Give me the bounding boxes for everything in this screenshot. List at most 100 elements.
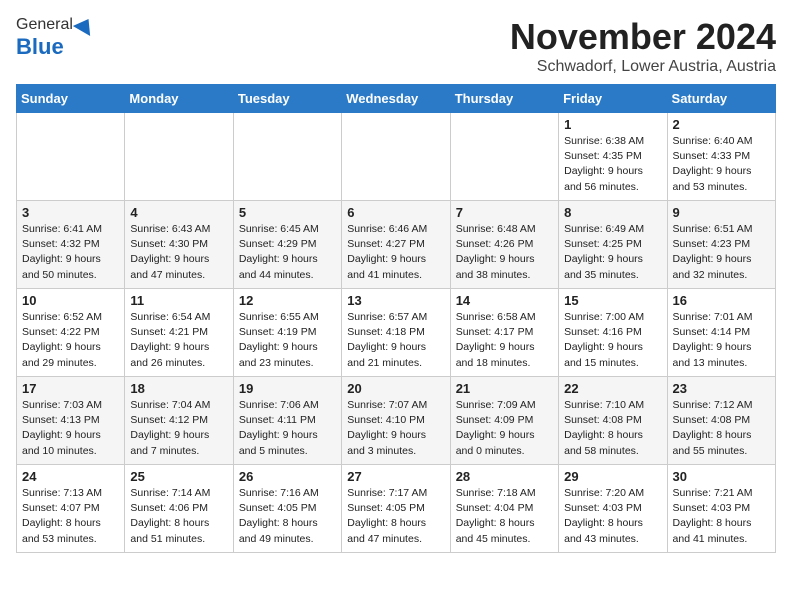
weekday-header-row: Sunday Monday Tuesday Wednesday Thursday…	[17, 85, 776, 113]
day-number: 5	[239, 205, 336, 220]
day-number: 7	[456, 205, 553, 220]
day-info: Sunrise: 7:01 AM Sunset: 4:14 PM Dayligh…	[673, 310, 770, 371]
calendar-cell	[450, 113, 558, 201]
day-info: Sunrise: 7:10 AM Sunset: 4:08 PM Dayligh…	[564, 398, 661, 459]
day-number: 23	[673, 381, 770, 396]
day-info: Sunrise: 7:18 AM Sunset: 4:04 PM Dayligh…	[456, 486, 553, 547]
calendar-cell: 1 Sunrise: 6:38 AM Sunset: 4:35 PM Daylig…	[559, 113, 667, 201]
day-info: Sunrise: 6:49 AM Sunset: 4:25 PM Dayligh…	[564, 222, 661, 283]
calendar-cell	[17, 113, 125, 201]
day-info: Sunrise: 6:55 AM Sunset: 4:19 PM Dayligh…	[239, 310, 336, 371]
calendar-week-row: 1 Sunrise: 6:38 AM Sunset: 4:35 PM Daylig…	[17, 113, 776, 201]
calendar-cell: 9 Sunrise: 6:51 AM Sunset: 4:23 PM Daylig…	[667, 201, 775, 289]
header-saturday: Saturday	[667, 85, 775, 113]
day-number: 4	[130, 205, 227, 220]
day-info: Sunrise: 6:54 AM Sunset: 4:21 PM Dayligh…	[130, 310, 227, 371]
calendar-cell: 20 Sunrise: 7:07 AM Sunset: 4:10 PM Dayli…	[342, 377, 450, 465]
logo-blue-text: Blue	[16, 34, 64, 59]
calendar-week-row: 10 Sunrise: 6:52 AM Sunset: 4:22 PM Dayli…	[17, 289, 776, 377]
calendar-cell: 23 Sunrise: 7:12 AM Sunset: 4:08 PM Dayli…	[667, 377, 775, 465]
day-info: Sunrise: 7:13 AM Sunset: 4:07 PM Dayligh…	[22, 486, 119, 547]
calendar-cell: 24 Sunrise: 7:13 AM Sunset: 4:07 PM Dayli…	[17, 465, 125, 553]
header: General Blue November 2024 Schwadorf, Lo…	[16, 16, 776, 76]
day-info: Sunrise: 6:57 AM Sunset: 4:18 PM Dayligh…	[347, 310, 444, 371]
day-number: 26	[239, 469, 336, 484]
day-info: Sunrise: 6:52 AM Sunset: 4:22 PM Dayligh…	[22, 310, 119, 371]
calendar-cell: 8 Sunrise: 6:49 AM Sunset: 4:25 PM Daylig…	[559, 201, 667, 289]
day-info: Sunrise: 6:58 AM Sunset: 4:17 PM Dayligh…	[456, 310, 553, 371]
day-info: Sunrise: 7:20 AM Sunset: 4:03 PM Dayligh…	[564, 486, 661, 547]
calendar-cell: 19 Sunrise: 7:06 AM Sunset: 4:11 PM Dayli…	[233, 377, 341, 465]
day-number: 1	[564, 117, 661, 132]
day-info: Sunrise: 7:07 AM Sunset: 4:10 PM Dayligh…	[347, 398, 444, 459]
day-info: Sunrise: 6:48 AM Sunset: 4:26 PM Dayligh…	[456, 222, 553, 283]
calendar-cell	[125, 113, 233, 201]
day-number: 17	[22, 381, 119, 396]
calendar-cell: 14 Sunrise: 6:58 AM Sunset: 4:17 PM Dayli…	[450, 289, 558, 377]
calendar-cell: 2Sunrise: 6:40 AM Sunset: 4:33 PM Daylig…	[667, 113, 775, 201]
logo: General Blue	[16, 16, 95, 60]
day-number: 27	[347, 469, 444, 484]
day-info: Sunrise: 6:38 AM Sunset: 4:35 PM Dayligh…	[564, 134, 661, 195]
day-info: Sunrise: 7:06 AM Sunset: 4:11 PM Dayligh…	[239, 398, 336, 459]
day-info: Sunrise: 6:51 AM Sunset: 4:23 PM Dayligh…	[673, 222, 770, 283]
header-tuesday: Tuesday	[233, 85, 341, 113]
day-info: Sunrise: 7:03 AM Sunset: 4:13 PM Dayligh…	[22, 398, 119, 459]
header-wednesday: Wednesday	[342, 85, 450, 113]
calendar-cell: 17 Sunrise: 7:03 AM Sunset: 4:13 PM Dayli…	[17, 377, 125, 465]
day-number: 8	[564, 205, 661, 220]
day-info: Sunrise: 7:17 AM Sunset: 4:05 PM Dayligh…	[347, 486, 444, 547]
header-sunday: Sunday	[17, 85, 125, 113]
day-info: Sunrise: 7:14 AM Sunset: 4:06 PM Dayligh…	[130, 486, 227, 547]
day-number: 3	[22, 205, 119, 220]
logo-general-text: General	[16, 16, 73, 34]
day-info: Sunrise: 6:46 AM Sunset: 4:27 PM Dayligh…	[347, 222, 444, 283]
calendar-cell: 4Sunrise: 6:43 AM Sunset: 4:30 PM Daylig…	[125, 201, 233, 289]
day-number: 20	[347, 381, 444, 396]
day-number: 28	[456, 469, 553, 484]
calendar-cell: 7 Sunrise: 6:48 AM Sunset: 4:26 PM Daylig…	[450, 201, 558, 289]
day-number: 16	[673, 293, 770, 308]
day-info: Sunrise: 7:04 AM Sunset: 4:12 PM Dayligh…	[130, 398, 227, 459]
calendar-cell: 5Sunrise: 6:45 AM Sunset: 4:29 PM Daylig…	[233, 201, 341, 289]
calendar-title: November 2024	[510, 16, 776, 58]
calendar-cell: 25 Sunrise: 7:14 AM Sunset: 4:06 PM Dayli…	[125, 465, 233, 553]
calendar-cell: 10 Sunrise: 6:52 AM Sunset: 4:22 PM Dayli…	[17, 289, 125, 377]
day-number: 15	[564, 293, 661, 308]
page: General Blue November 2024 Schwadorf, Lo…	[0, 0, 792, 569]
header-monday: Monday	[125, 85, 233, 113]
day-number: 14	[456, 293, 553, 308]
day-number: 13	[347, 293, 444, 308]
calendar-week-row: 3Sunrise: 6:41 AM Sunset: 4:32 PM Daylig…	[17, 201, 776, 289]
day-info: Sunrise: 7:12 AM Sunset: 4:08 PM Dayligh…	[673, 398, 770, 459]
calendar-cell: 22Sunrise: 7:10 AM Sunset: 4:08 PM Dayli…	[559, 377, 667, 465]
calendar-cell: 13 Sunrise: 6:57 AM Sunset: 4:18 PM Dayli…	[342, 289, 450, 377]
header-thursday: Thursday	[450, 85, 558, 113]
day-number: 9	[673, 205, 770, 220]
day-number: 10	[22, 293, 119, 308]
calendar-cell: 28 Sunrise: 7:18 AM Sunset: 4:04 PM Dayli…	[450, 465, 558, 553]
day-info: Sunrise: 6:40 AM Sunset: 4:33 PM Dayligh…	[673, 134, 770, 195]
calendar-week-row: 17 Sunrise: 7:03 AM Sunset: 4:13 PM Dayli…	[17, 377, 776, 465]
day-number: 19	[239, 381, 336, 396]
calendar-cell	[342, 113, 450, 201]
calendar-cell: 16 Sunrise: 7:01 AM Sunset: 4:14 PM Dayli…	[667, 289, 775, 377]
calendar-cell: 11Sunrise: 6:54 AM Sunset: 4:21 PM Dayli…	[125, 289, 233, 377]
day-number: 24	[22, 469, 119, 484]
day-info: Sunrise: 7:00 AM Sunset: 4:16 PM Dayligh…	[564, 310, 661, 371]
calendar-cell: 30 Sunrise: 7:21 AM Sunset: 4:03 PM Dayli…	[667, 465, 775, 553]
day-number: 12	[239, 293, 336, 308]
header-friday: Friday	[559, 85, 667, 113]
day-number: 30	[673, 469, 770, 484]
day-number: 25	[130, 469, 227, 484]
calendar-cell: 15 Sunrise: 7:00 AM Sunset: 4:16 PM Dayli…	[559, 289, 667, 377]
calendar-week-row: 24 Sunrise: 7:13 AM Sunset: 4:07 PM Dayli…	[17, 465, 776, 553]
day-number: 29	[564, 469, 661, 484]
calendar-table: Sunday Monday Tuesday Wednesday Thursday…	[16, 84, 776, 553]
day-number: 18	[130, 381, 227, 396]
calendar-cell: 12 Sunrise: 6:55 AM Sunset: 4:19 PM Dayli…	[233, 289, 341, 377]
calendar-location: Schwadorf, Lower Austria, Austria	[510, 58, 776, 76]
day-info: Sunrise: 7:21 AM Sunset: 4:03 PM Dayligh…	[673, 486, 770, 547]
logo-triangle-icon	[73, 14, 97, 36]
calendar-cell: 26Sunrise: 7:16 AM Sunset: 4:05 PM Dayli…	[233, 465, 341, 553]
